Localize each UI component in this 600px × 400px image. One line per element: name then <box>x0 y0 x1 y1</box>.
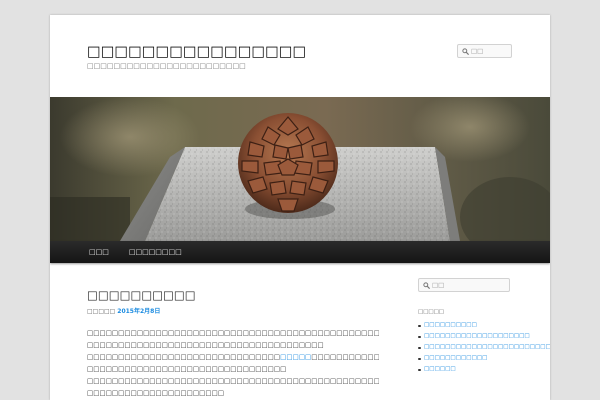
recent-post-link[interactable]: □□□□□□□□□□ <box>418 321 516 331</box>
post-inline-link[interactable]: □□□□□ <box>280 353 311 361</box>
post-date-link[interactable]: 2015年2月8日 <box>117 308 160 315</box>
post-content: □□□□□□□□□□□□□□□□□□□□□□□□□□□□□□□□□□□□□□□□… <box>87 327 379 399</box>
pinecone-shape <box>238 113 338 213</box>
paragraph-line: □□□□□□□□□□□□□□□□□□□□□□□□□□□□□□□□ <box>87 365 287 373</box>
search-icon <box>423 282 430 289</box>
post-meta-prefix: □□□□□ <box>87 308 116 315</box>
recent-post-link[interactable]: □□□□□□□□□□□□□□□□□□□□ <box>418 332 530 342</box>
site-description: □□□□□□□□□□□□□□□□□□□□□□□□ <box>87 62 246 70</box>
paragraph-line: □□□□□□□□□□□□□□□□□□□□□□□□□□□□□□□□□□□□□□□□… <box>87 377 379 385</box>
post-meta: □□□□□ 2015年2月8日 <box>87 307 160 316</box>
recent-posts-widget-title: □□□□□ <box>418 309 444 315</box>
sidebar-search-input[interactable] <box>432 279 506 291</box>
pinecone-header-photo <box>50 97 550 241</box>
post-title[interactable]: □□□□□□□□□□ <box>87 288 196 302</box>
main-navigation: □□□ □□□□□□□□ <box>50 241 550 263</box>
recent-post-link[interactable]: □□□□□□ <box>418 365 516 375</box>
paragraph-line: □□□□□□□□□□□□□□□□□□□□□□□□□□□□□□□□□□□□□□□□… <box>87 351 379 363</box>
header-search-box[interactable] <box>457 44 512 58</box>
nav-item-home[interactable]: □□□ <box>50 241 119 263</box>
recent-post-link[interactable]: □□□□□□□□□□□□ <box>418 354 516 364</box>
page: □□□□□□□□□□□□□□□□ □□□□□□□□□□□□□□□□□□□□□□□… <box>50 15 550 400</box>
paragraph-line: □□□□□□□□□□□□□□□□□□□□□□ <box>87 389 225 397</box>
sidebar-search-box[interactable] <box>418 278 510 292</box>
paragraph-line: □□□□□□□□□□□□□□□□□□□□□□□□□□□□□□□□□□□□□□□□… <box>87 329 379 337</box>
header-search-input[interactable] <box>471 45 508 57</box>
nav-item-page[interactable]: □□□□□□□□ <box>119 241 192 263</box>
header-image[interactable] <box>50 97 550 241</box>
paragraph-text: □□□□□□□□□□□□□□□□□□□□□□□□□□□□□□□ <box>87 353 281 361</box>
paragraph-line: □□□□□□□□□□□□□□□□□□□□□□□□□□□□□□□□□□□□□□ <box>87 341 324 349</box>
recent-post-link[interactable]: □□□□□□□□□□□□□□□□□□□□□□□□□□□□□□□□□□□□□□□□… <box>418 343 550 353</box>
search-icon <box>462 48 469 55</box>
paragraph-text: □□□□□□□□□□□□□□□□□□□□□□ <box>311 353 379 361</box>
recent-posts-list: □□□□□□□□□□ □□□□□□□□□□□□□□□□□□□□ □□□□□□□□… <box>418 321 550 376</box>
site-title[interactable]: □□□□□□□□□□□□□□□□ <box>87 44 306 60</box>
